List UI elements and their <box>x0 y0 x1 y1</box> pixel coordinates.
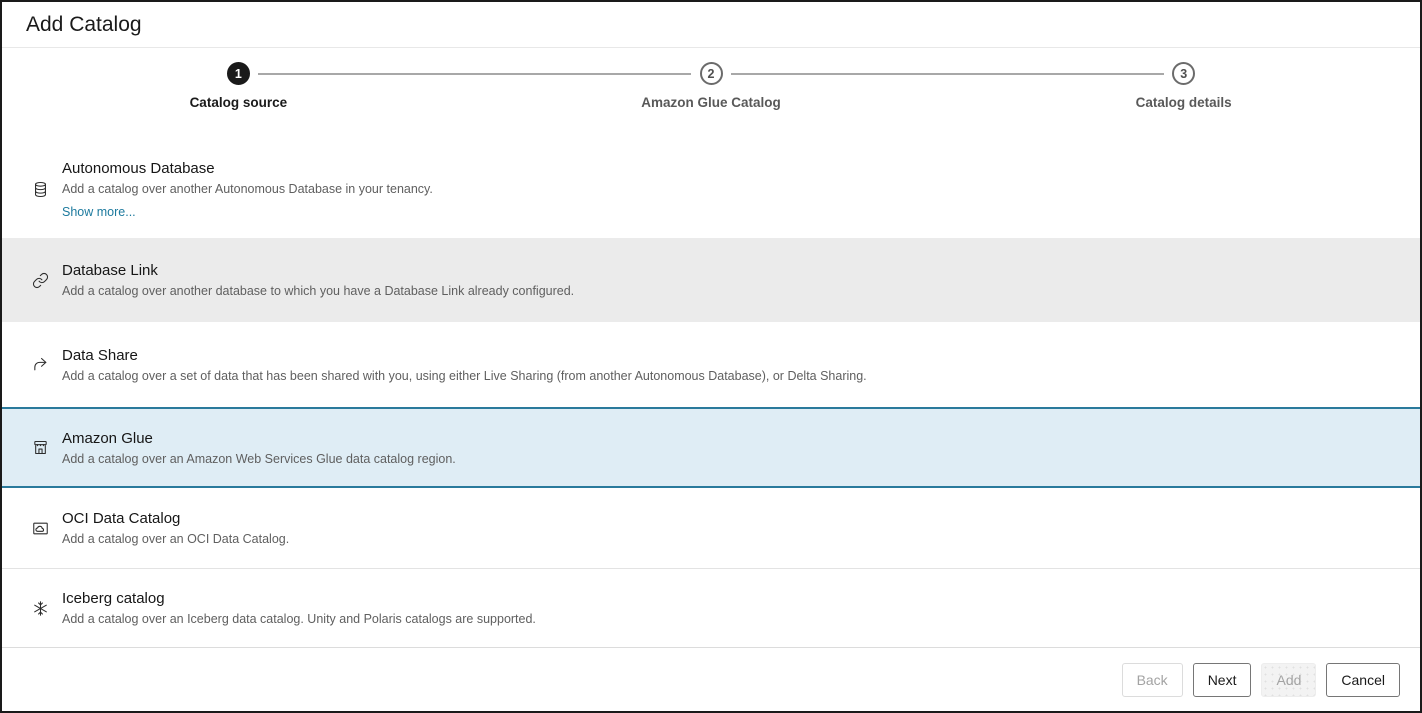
option-iceberg-catalog[interactable]: Iceberg catalog Add a catalog over an Ic… <box>2 569 1420 648</box>
option-description: Add a catalog over a set of data that ha… <box>62 369 867 383</box>
snowflake-icon <box>32 597 49 620</box>
option-description: Add a catalog over an OCI Data Catalog. <box>62 532 289 546</box>
share-arrow-icon <box>32 353 49 376</box>
step-catalog-source[interactable]: 1 Catalog source <box>2 62 475 140</box>
option-description: Add a catalog over another Autonomous Da… <box>62 182 433 196</box>
option-autonomous-database[interactable]: Autonomous Database Add a catalog over a… <box>2 140 1420 238</box>
option-description: Add a catalog over an Iceberg data catal… <box>62 612 536 626</box>
option-amazon-glue[interactable]: Amazon Glue Add a catalog over an Amazon… <box>2 407 1420 488</box>
show-more-link[interactable]: Show more... <box>62 205 136 219</box>
step-amazon-glue-catalog[interactable]: 2 Amazon Glue Catalog <box>475 62 948 140</box>
option-title: OCI Data Catalog <box>62 510 289 527</box>
add-catalog-dialog: Add Catalog 1 Catalog source 2 Amazon Gl… <box>0 0 1422 713</box>
cancel-button[interactable]: Cancel <box>1326 663 1400 697</box>
option-data-share[interactable]: Data Share Add a catalog over a set of d… <box>2 322 1420 407</box>
option-description: Add a catalog over an Amazon Web Service… <box>62 452 456 466</box>
next-button[interactable]: Next <box>1193 663 1252 697</box>
step-2-circle: 2 <box>700 62 723 85</box>
link-icon <box>32 269 49 292</box>
step-3-circle: 3 <box>1172 62 1195 85</box>
wizard-stepper: 1 Catalog source 2 Amazon Glue Catalog 3… <box>2 48 1420 140</box>
step-1-circle: 1 <box>227 62 250 85</box>
add-button: Add <box>1261 663 1316 697</box>
dialog-footer: Back Next Add Cancel <box>2 648 1420 711</box>
option-database-link[interactable]: Database Link Add a catalog over another… <box>2 238 1420 322</box>
step-1-label: Catalog source <box>190 95 288 110</box>
catalog-source-list: Autonomous Database Add a catalog over a… <box>2 140 1420 648</box>
step-catalog-details[interactable]: 3 Catalog details <box>947 62 1420 140</box>
option-title: Data Share <box>62 347 867 364</box>
page-title: Add Catalog <box>26 13 142 37</box>
option-title: Autonomous Database <box>62 160 433 177</box>
option-description: Add a catalog over another database to w… <box>62 284 574 298</box>
cloud-folder-icon <box>32 517 49 540</box>
back-button: Back <box>1122 663 1183 697</box>
option-oci-data-catalog[interactable]: OCI Data Catalog Add a catalog over an O… <box>2 488 1420 569</box>
dialog-header: Add Catalog <box>2 2 1420 48</box>
storefront-icon <box>32 436 49 459</box>
option-title: Database Link <box>62 262 574 279</box>
option-title: Iceberg catalog <box>62 590 536 607</box>
database-icon <box>32 178 49 201</box>
step-2-label: Amazon Glue Catalog <box>641 95 781 110</box>
step-3-label: Catalog details <box>1136 95 1232 110</box>
option-title: Amazon Glue <box>62 430 456 447</box>
